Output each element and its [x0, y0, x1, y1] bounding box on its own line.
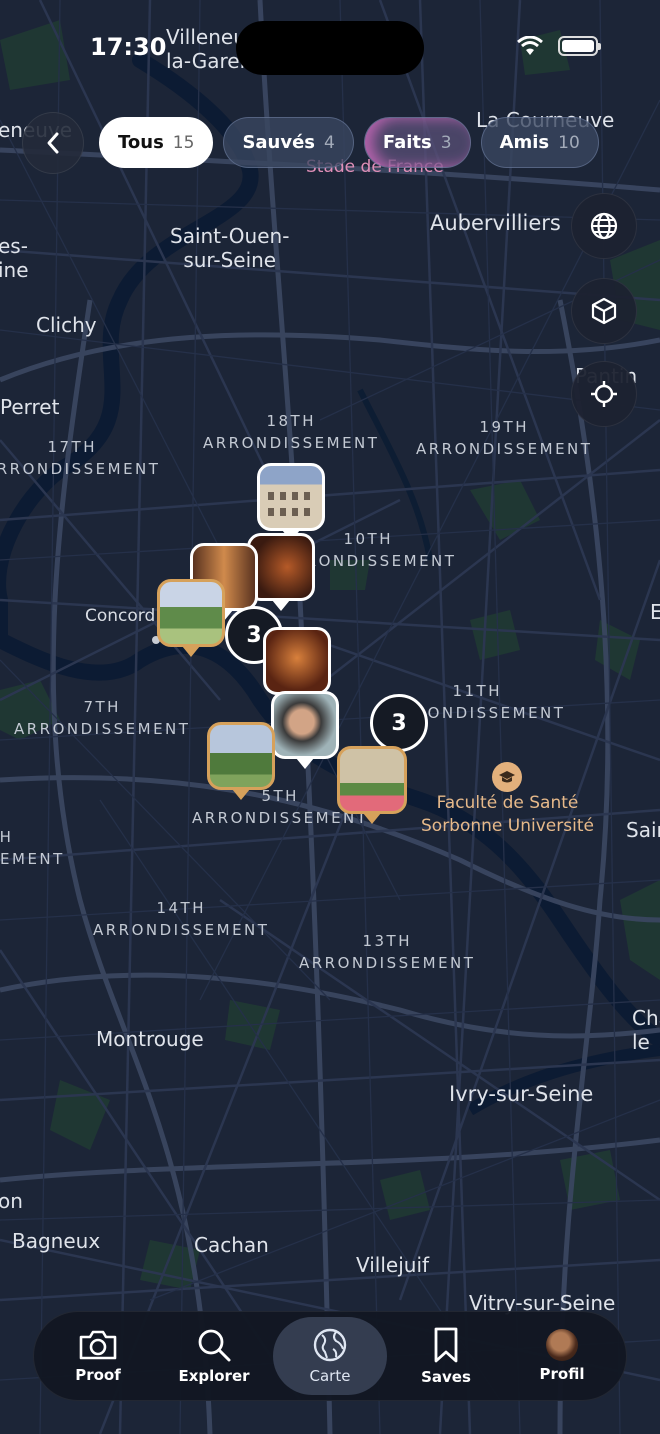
map-label-clichy: Clichy	[36, 313, 97, 337]
cube-icon	[591, 297, 617, 325]
map-label-ivry: Ivry-sur-Seine	[449, 1082, 594, 1106]
avatar	[546, 1329, 578, 1361]
bottom-tab-bar: Proof Explorer Carte Saves Profil	[33, 1311, 627, 1401]
crosshair-icon	[591, 381, 617, 407]
chevron-left-icon	[47, 132, 59, 154]
tab-label: Proof	[75, 1366, 121, 1384]
locate-me-button[interactable]	[571, 361, 637, 427]
photo-pin-building[interactable]	[257, 463, 325, 531]
chip-count: 3	[440, 132, 452, 153]
map-label-cachan: Cachan	[194, 1233, 269, 1257]
map-label-19th: 19TH ARRONDISSEMENT	[416, 418, 593, 458]
filter-chip-sauves[interactable]: Sauvés 4	[223, 117, 354, 168]
pin-tail	[232, 789, 250, 800]
filter-chip-tous[interactable]: Tous 15	[99, 117, 214, 168]
filter-chips: Tous 15 Sauvés 4 Faits 3 Amis 10	[99, 117, 599, 168]
tab-saves[interactable]: Saves	[389, 1317, 503, 1395]
tab-label: Explorer	[178, 1367, 250, 1385]
map-label-bagneux: Bagneux	[12, 1229, 101, 1253]
map-label-perret: Perret	[0, 395, 60, 419]
map-label-vanves: on	[0, 1189, 23, 1213]
map-label-aubervilliers: Aubervilliers	[430, 211, 561, 235]
pin-tail	[272, 600, 290, 611]
map-label-17th: 17TH ARRONDISSEMENT	[0, 438, 161, 478]
cluster-marker[interactable]: 3	[370, 694, 428, 752]
chip-count: 4	[324, 132, 335, 153]
map-label-saint-ouen: Saint-Ouen- sur-Seine	[170, 224, 290, 272]
3d-view-button[interactable]	[571, 278, 637, 344]
map-label-15th: TH SEMENT	[0, 828, 65, 868]
chip-count: 10	[558, 132, 580, 153]
search-icon	[198, 1329, 231, 1362]
photo-pin-garden[interactable]	[157, 579, 225, 647]
status-icons	[516, 36, 601, 56]
photo-pin-selfie[interactable]	[271, 691, 339, 759]
bookmark-icon	[434, 1327, 458, 1363]
map-label-charenton: Cha le	[632, 1006, 660, 1054]
globe-icon	[590, 212, 618, 240]
pin-tail	[182, 646, 200, 657]
chip-label: Sauvés	[242, 132, 316, 153]
photo-pin-restaurant[interactable]	[263, 627, 331, 695]
map-label-18th: 18TH ARRONDISSEMENT	[203, 412, 380, 452]
map-label-14th: 14TH ARRONDISSEMENT	[93, 899, 270, 939]
tab-explorer[interactable]: Explorer	[157, 1317, 271, 1395]
globe-icon	[313, 1328, 347, 1362]
map-label-asnieres: es- ine	[0, 234, 29, 282]
back-button[interactable]	[22, 112, 84, 174]
photo-pin-park[interactable]	[207, 722, 275, 790]
map-label-villejuif: Villejuif	[356, 1253, 430, 1277]
status-time: 17:30	[90, 33, 167, 61]
filter-chip-faits[interactable]: Faits 3	[363, 117, 471, 168]
chip-label: Faits	[382, 132, 432, 153]
photo-pin-palace[interactable]	[337, 746, 407, 814]
graduation-cap-icon[interactable]	[492, 762, 522, 792]
map-label-7th: 7TH ARRONDISSEMENT	[14, 698, 191, 738]
globe-view-button[interactable]	[571, 193, 637, 259]
tab-proof[interactable]: Proof	[41, 1317, 155, 1395]
pin-tail	[296, 758, 314, 769]
map-label-montrouge: Montrouge	[96, 1027, 204, 1051]
camera-icon	[79, 1330, 117, 1360]
wifi-icon	[517, 36, 543, 55]
map-label-faculte[interactable]: Faculté de Santé Sorbonne Université	[421, 792, 594, 838]
tab-label: Profil	[539, 1365, 585, 1383]
tab-label: Carte	[309, 1367, 351, 1385]
map-label-saint-right: Sain	[626, 818, 660, 842]
chip-label: Amis	[499, 132, 550, 153]
battery-icon	[558, 36, 601, 56]
chip-label: Tous	[118, 132, 164, 153]
map-label-13th: 13TH ARRONDISSEMENT	[299, 932, 476, 972]
map-label-e-right: E	[650, 600, 660, 624]
tab-label: Saves	[421, 1368, 471, 1386]
pin-tail	[363, 813, 381, 824]
dynamic-island	[236, 21, 424, 75]
tab-carte[interactable]: Carte	[273, 1317, 387, 1395]
tab-profil[interactable]: Profil	[505, 1317, 619, 1395]
chip-count: 15	[172, 132, 195, 153]
filter-chip-amis[interactable]: Amis 10	[480, 117, 599, 168]
map-label-concorde: Concord	[85, 606, 156, 626]
